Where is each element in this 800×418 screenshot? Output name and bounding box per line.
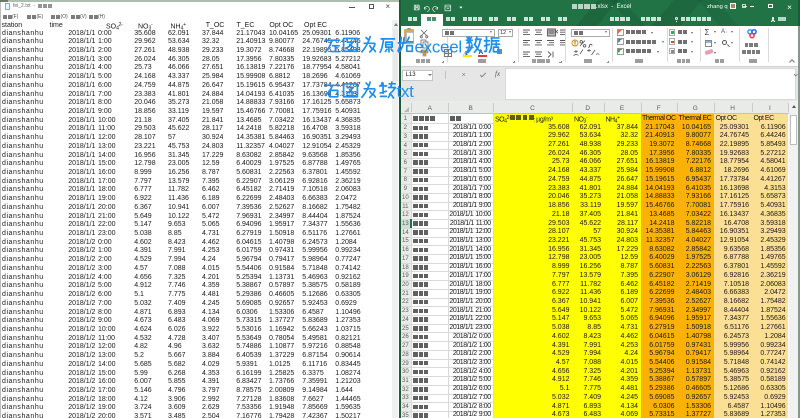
svg-text:exceel: exceel	[415, 37, 462, 56]
svg-text:txt: txt	[397, 82, 415, 101]
